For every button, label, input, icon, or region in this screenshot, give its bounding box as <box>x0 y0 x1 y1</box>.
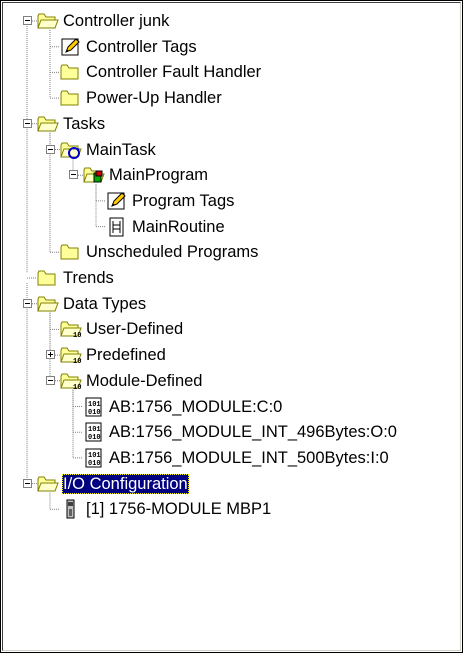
tree-node-maintask[interactable]: MainTask <box>1 138 462 164</box>
tree-node-label[interactable]: Unscheduled Programs <box>85 242 259 262</box>
tree-node-controller-tags[interactable]: Controller Tags <box>1 35 462 61</box>
binary-icon: 101 010 <box>83 397 105 417</box>
tree-node-module-defined[interactable]: 101Module-Defined <box>1 369 462 395</box>
tree-node-label[interactable]: AB:1756_MODULE_INT_500Bytes:I:0 <box>108 448 390 468</box>
tags-pencil-icon <box>106 191 128 211</box>
svg-text:101: 101 <box>88 452 101 460</box>
tree-node-label[interactable]: Controller Tags <box>85 37 198 57</box>
tree-node-label[interactable]: Controller Fault Handler <box>85 62 262 82</box>
routine-icon <box>106 217 128 237</box>
datatype-folder-icon: 101 <box>60 345 86 366</box>
tree-node-label[interactable]: MainProgram <box>108 165 209 185</box>
datatype-folder-icon: 101 <box>60 371 86 392</box>
collapse-minus-icon[interactable] <box>46 375 55 385</box>
tree-node-mainroutine[interactable]: MainRoutine <box>1 215 462 241</box>
program-icon <box>83 165 105 185</box>
controller-organizer-tree[interactable]: Controller junk Controller Tags Controller… <box>1 1 462 652</box>
tree-node-label[interactable]: MainRoutine <box>131 217 226 237</box>
tree-node-label[interactable]: Trends <box>62 268 115 288</box>
tree-node-i-o-configuration[interactable]: I/O Configuration <box>1 472 462 498</box>
tree-node-ab-1756-module-int-500bytes-i-0[interactable]: 101 010 AB:1756_MODULE_INT_500Bytes:I:0 <box>1 446 462 472</box>
svg-text:010: 010 <box>88 434 101 442</box>
tree-node-label[interactable]: MainTask <box>85 140 157 160</box>
tree-node-label[interactable]: Data Types <box>62 294 147 314</box>
folder-open-icon <box>37 294 59 314</box>
tree-node-label[interactable]: AB:1756_MODULE:C:0 <box>108 397 283 417</box>
tree-node-label[interactable]: [1] 1756-MODULE MBP1 <box>85 499 272 519</box>
collapse-minus-icon[interactable] <box>46 144 55 154</box>
collapse-minus-icon[interactable] <box>69 170 78 180</box>
tree-node-power-up-handler[interactable]: Power-Up Handler <box>1 86 462 112</box>
folder-icon <box>60 62 82 82</box>
tree-node-label[interactable]: Tasks <box>62 114 106 134</box>
svg-text:101: 101 <box>73 384 82 391</box>
collapse-minus-icon[interactable] <box>23 298 32 308</box>
folder-open-icon <box>37 11 59 31</box>
binary-icon: 101 010 <box>83 448 105 468</box>
svg-text:101: 101 <box>73 358 82 365</box>
tree-node-unscheduled-programs[interactable]: Unscheduled Programs <box>1 240 462 266</box>
svg-text:101: 101 <box>88 426 101 434</box>
tree-node-tasks[interactable]: Tasks <box>1 112 462 138</box>
folder-icon <box>37 268 59 288</box>
folder-open-icon <box>37 114 59 134</box>
tree-node-label[interactable]: Controller junk <box>62 11 170 31</box>
collapse-minus-icon[interactable] <box>23 478 32 488</box>
tree-node-ab-1756-module-int-496bytes-o-0[interactable]: 101 010 AB:1756_MODULE_INT_496Bytes:O:0 <box>1 420 462 446</box>
svg-text:010: 010 <box>88 460 101 468</box>
tree-node-program-tags[interactable]: Program Tags <box>1 189 462 215</box>
folder-open-icon <box>37 474 59 494</box>
tree-node-mainprogram[interactable]: MainProgram <box>1 163 462 189</box>
controller-organizer-window: Controller junk Controller Tags Controller… <box>0 0 463 653</box>
tree-node-controller-fault-handler[interactable]: Controller Fault Handler <box>1 60 462 86</box>
expand-plus-icon[interactable] <box>46 350 55 360</box>
tree-node-1-1756-module-mbp1[interactable]: [1] 1756-MODULE MBP1 <box>1 497 462 523</box>
task-icon <box>60 140 82 160</box>
tree-node-label[interactable]: User-Defined <box>85 319 184 339</box>
tree-node-label[interactable]: Module-Defined <box>85 371 203 391</box>
svg-text:101: 101 <box>73 332 82 339</box>
tree-node-label[interactable]: Program Tags <box>131 191 235 211</box>
svg-text:010: 010 <box>88 409 101 417</box>
collapse-minus-icon[interactable] <box>23 118 32 128</box>
tags-pencil-icon <box>60 37 82 57</box>
tree-node-user-defined[interactable]: 101User-Defined <box>1 317 462 343</box>
tree-node-label[interactable]: Predefined <box>85 345 167 365</box>
tree-node-label[interactable]: I/O Configuration <box>62 473 189 494</box>
tree-node-trends[interactable]: Trends <box>1 266 462 292</box>
tree-node-ab-1756-module-c-0[interactable]: 101 010 AB:1756_MODULE:C:0 <box>1 395 462 421</box>
collapse-minus-icon[interactable] <box>23 16 32 25</box>
module-icon <box>60 499 82 519</box>
tree-node-data-types[interactable]: Data Types <box>1 292 462 318</box>
tree-node-label[interactable]: Power-Up Handler <box>85 88 223 108</box>
svg-text:101: 101 <box>88 401 101 409</box>
tree-node-predefined[interactable]: 101Predefined <box>1 343 462 369</box>
folder-icon <box>60 242 82 262</box>
binary-icon: 101 010 <box>83 422 105 442</box>
tree-node-controller-junk[interactable]: Controller junk <box>1 9 462 35</box>
datatype-folder-icon: 101 <box>60 319 86 340</box>
folder-icon <box>60 88 82 108</box>
tree-node-label[interactable]: AB:1756_MODULE_INT_496Bytes:O:0 <box>108 422 398 442</box>
